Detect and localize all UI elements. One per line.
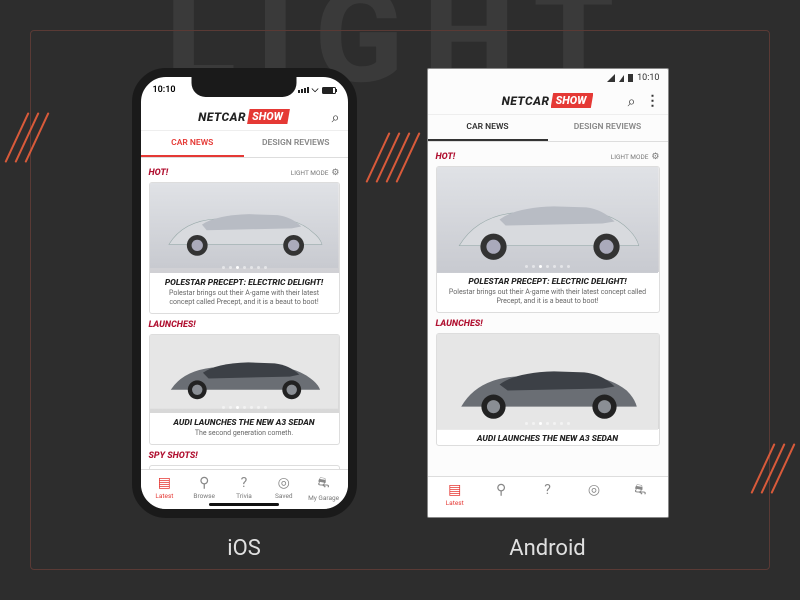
card-polestar[interactable]: POLESTAR PRECEPT: ELECTRIC DELIGHT! Pole… <box>149 182 340 314</box>
car-image-polestar <box>437 167 659 273</box>
section-launches-label: LAUNCHES! <box>149 320 196 330</box>
car-image-audi <box>150 335 339 409</box>
search-icon[interactable] <box>332 107 340 126</box>
browse-icon: ⚲ <box>184 475 224 491</box>
content-scroll[interactable]: HOT! LIGHT MODE ⚙ <box>141 158 348 485</box>
tab-design-reviews[interactable]: DESIGN REVIEWS <box>548 115 668 141</box>
garage-icon: ⛐ <box>617 482 663 500</box>
category-tabs: CAR NEWS DESIGN REVIEWS <box>428 115 668 142</box>
carousel-dots[interactable] <box>437 422 659 425</box>
trivia-icon: ? <box>524 482 570 498</box>
news-icon: ▤ <box>145 475 185 491</box>
app-header: NETCAR SHOW ⋮ <box>428 87 668 115</box>
card-title: AUDI LAUNCHES THE NEW A3 SEDAN <box>150 413 339 429</box>
android-statusbar: 10:10 <box>428 69 668 87</box>
car-image-polestar <box>150 183 339 268</box>
ios-device-frame: 10:10 ⌵ NETCAR SHOW CAR NEWS DESIGN REVI… <box>132 68 357 518</box>
browse-icon: ⚲ <box>478 482 524 498</box>
nav-browse[interactable]: ⚲Browse <box>184 475 224 502</box>
card-desc: Polestar brings out their A-game with th… <box>150 289 339 313</box>
light-mode-toggle[interactable]: LIGHT MODE ⚙ <box>291 168 340 178</box>
logo-text-net: NETCAR <box>198 110 246 124</box>
carousel-dots[interactable] <box>150 406 339 409</box>
nav-saved[interactable]: ◎ <box>571 482 617 507</box>
theme-toggle-icon: ⚙ <box>651 152 659 162</box>
tab-car-news[interactable]: CAR NEWS <box>428 115 548 141</box>
category-tabs: CAR NEWS DESIGN REVIEWS <box>141 131 348 158</box>
app-header: NETCAR SHOW <box>141 103 348 131</box>
light-mode-toggle[interactable]: LIGHT MODE ⚙ <box>611 152 660 162</box>
card-desc: The second generation cometh. <box>150 429 339 444</box>
signal-icon <box>298 87 309 93</box>
card-title: AUDI LAUNCHES THE NEW A3 SEDAN <box>437 429 659 445</box>
tab-design-reviews[interactable]: DESIGN REVIEWS <box>244 131 348 157</box>
section-hot-label: HOT! <box>436 152 456 162</box>
garage-icon: ⛐ <box>304 475 344 493</box>
card-desc: Polestar brings out their A-game with th… <box>437 288 659 312</box>
section-hot-label: HOT! <box>149 168 169 178</box>
card-title: POLESTAR PRECEPT: ELECTRIC DELIGHT! <box>437 272 659 288</box>
overflow-menu-icon[interactable]: ⋮ <box>646 93 660 109</box>
logo-text-show: SHOW <box>247 109 290 124</box>
nav-garage[interactable]: ⛐ <box>617 482 663 507</box>
nav-browse[interactable]: ⚲ <box>478 482 524 507</box>
nav-latest[interactable]: ▤Latest <box>432 482 478 507</box>
section-spy-label: SPY SHOTS! <box>149 451 198 461</box>
android-device-frame: 10:10 NETCAR SHOW ⋮ CAR NEWS DESIGN REVI… <box>427 68 669 518</box>
nav-trivia[interactable]: ? <box>524 482 570 507</box>
app-logo[interactable]: NETCAR SHOW <box>502 93 594 108</box>
card-audi[interactable]: AUDI LAUNCHES THE NEW A3 SEDAN The secon… <box>149 334 340 445</box>
nav-latest[interactable]: ▤Latest <box>145 475 185 502</box>
wifi-icon <box>607 74 615 82</box>
content-scroll[interactable]: HOT! LIGHT MODE ⚙ <box>428 142 668 458</box>
card-title: POLESTAR PRECEPT: ELECTRIC DELIGHT! <box>150 273 339 289</box>
ios-notch <box>192 77 297 97</box>
card-audi[interactable]: AUDI LAUNCHES THE NEW A3 SEDAN <box>436 333 660 446</box>
wifi-icon: ⌵ <box>312 85 319 95</box>
platform-label-android: Android <box>427 536 669 561</box>
android-time: 10:10 <box>637 73 659 83</box>
carousel-dots[interactable] <box>150 266 339 269</box>
bottom-nav: ▤Latest ⚲ ? ◎ ⛐ <box>428 476 668 517</box>
card-polestar[interactable]: POLESTAR PRECEPT: ELECTRIC DELIGHT! Pole… <box>436 166 660 313</box>
saved-icon: ◎ <box>571 482 617 498</box>
battery-icon <box>628 74 633 82</box>
nav-trivia[interactable]: ?Trivia <box>224 475 264 502</box>
app-logo[interactable]: NETCAR SHOW <box>198 109 290 124</box>
ios-home-indicator[interactable] <box>209 503 279 507</box>
logo-text-show: SHOW <box>551 93 594 108</box>
saved-icon: ◎ <box>264 475 304 491</box>
nav-garage[interactable]: ⛐My Garage <box>304 475 344 502</box>
carousel-dots[interactable] <box>437 265 659 268</box>
news-icon: ▤ <box>432 482 478 498</box>
car-image-audi <box>437 334 659 430</box>
search-icon[interactable] <box>628 91 636 110</box>
battery-icon <box>322 87 336 94</box>
logo-text-net: NETCAR <box>502 94 550 108</box>
platform-label-ios: iOS <box>132 536 357 561</box>
ios-time: 10:10 <box>153 85 176 95</box>
tab-car-news[interactable]: CAR NEWS <box>141 131 245 157</box>
nav-saved[interactable]: ◎Saved <box>264 475 304 502</box>
signal-icon <box>619 75 624 82</box>
trivia-icon: ? <box>224 475 264 491</box>
theme-toggle-icon: ⚙ <box>331 168 339 178</box>
section-launches-label: LAUNCHES! <box>436 319 483 329</box>
